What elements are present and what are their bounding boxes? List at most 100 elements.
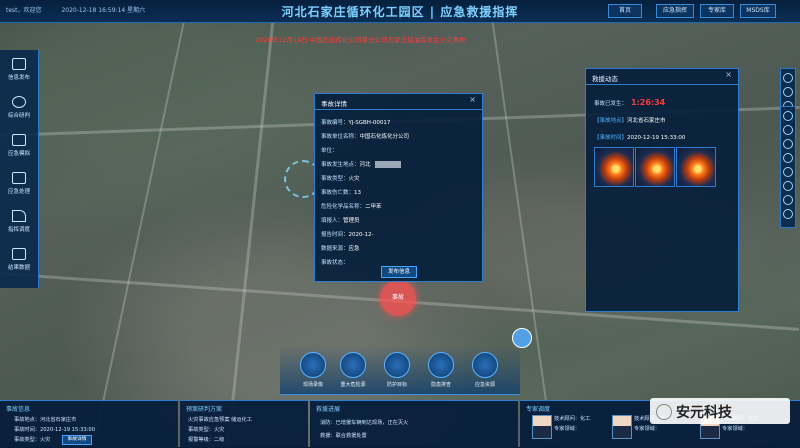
layer-icon[interactable]	[783, 73, 793, 83]
field-source: 数据来源：应急	[321, 244, 360, 252]
field-label: 事故类型：	[321, 176, 349, 182]
tool-label: 重大危险源	[340, 382, 366, 388]
experts-title: 专家调度	[526, 406, 551, 413]
elapsed-timer: 1:26:34	[631, 98, 666, 107]
location-marker[interactable]	[512, 328, 532, 348]
time-value: 2020-12-19 15:33:00	[627, 135, 686, 141]
field-label: 单位：	[321, 148, 338, 154]
area-icon[interactable]	[783, 153, 793, 163]
tool-resources[interactable]: 应急资源	[464, 352, 506, 388]
nav-handling[interactable]: 应急处理	[0, 172, 38, 195]
expert-field: 专家领域：	[722, 426, 748, 432]
divider	[586, 84, 738, 85]
user-welcome: test，欢迎您 2020-12-18 16:59:14 星期六	[6, 5, 145, 14]
tool-video[interactable]: 现场录像	[292, 352, 334, 388]
nav-dispatch[interactable]: 指挥调度	[0, 210, 38, 233]
plan-level: 报警等级：二级	[188, 437, 225, 443]
tool-inspection[interactable]: 隐患排查	[420, 352, 462, 388]
nav-msds-button[interactable]: MSDS库	[740, 4, 776, 18]
shield-icon	[384, 352, 410, 378]
publish-button[interactable]: 发布信息	[381, 266, 417, 278]
expert-1[interactable]: 技术顾问：化工	[554, 415, 590, 422]
expert-role: 技术顾问：	[554, 416, 580, 422]
field-value: 应急	[348, 246, 360, 252]
locate-icon[interactable]	[783, 87, 793, 97]
document-icon	[12, 172, 26, 184]
monitor-icon	[12, 58, 26, 70]
progress-row: 消防：已增援车辆到达现场，正在灭火	[320, 420, 409, 426]
nav-label: 信息发布	[7, 75, 30, 81]
field-label: 事故状态：	[321, 260, 349, 266]
incident-detail-panel: 事故详情 × 事故编号：YJ-SGBH-00017 事故单位名称：中国石化炼化分…	[314, 93, 483, 282]
truck-icon	[472, 352, 498, 378]
zoom-out-icon[interactable]	[783, 125, 793, 135]
field-value: 二甲苯	[365, 204, 382, 210]
inspection-icon	[428, 352, 454, 378]
plan-title: 预案研判方案	[186, 406, 223, 413]
ruler-icon[interactable]	[783, 181, 793, 191]
fire-photo-1[interactable]	[594, 147, 634, 187]
nav-label: 综合研判	[7, 113, 30, 119]
field-value: 管理员	[343, 218, 360, 224]
field-report-time: 报告时间：2020-12-	[321, 230, 373, 238]
tool-protection[interactable]: 防护目标	[376, 352, 418, 388]
watermark-text: 安元科技	[676, 405, 732, 421]
field-label: 事故发生地点：	[321, 162, 360, 168]
field-label: 事故伤亡数：	[321, 190, 355, 196]
field-value: 中国石化炼化分公司	[359, 134, 410, 140]
field-location: 事故发生地点：河北	[321, 160, 401, 168]
nav-results[interactable]: 结果数据	[0, 248, 38, 271]
close-icon[interactable]: ×	[725, 70, 732, 79]
incident-marker[interactable]: 事故	[380, 280, 416, 316]
zoom-in-icon[interactable]	[783, 111, 793, 121]
nav-label: 指挥调度	[7, 227, 30, 233]
field-label: 事故单位名称：	[321, 134, 360, 140]
nav-simulation[interactable]: 应急模拟	[0, 134, 38, 157]
location-value: 河北省石家庄市	[627, 118, 666, 124]
data-icon	[12, 248, 26, 260]
flag-icon	[12, 210, 26, 222]
page-title: 河北石家庄循环化工园区 | 应急救援指挥	[281, 5, 519, 19]
close-icon[interactable]: ×	[469, 95, 476, 104]
clear-icon[interactable]	[783, 195, 793, 205]
divider	[315, 109, 482, 110]
tool-hazard[interactable]: 重大危险源	[332, 352, 374, 388]
event-detail-button[interactable]: 事故详情	[62, 435, 92, 445]
tool-label: 现场录像	[302, 382, 323, 388]
nav-label: 结果数据	[7, 265, 30, 271]
field-label: 数据来源：	[321, 246, 349, 252]
wechat-icon	[656, 404, 672, 420]
field-status: 事故状态：	[321, 258, 349, 266]
field-unit: 单位：	[321, 146, 338, 154]
video-icon	[300, 352, 326, 378]
bottom-plan-panel: 预案研判方案 火灾事故应急预案 储运化工 事故类型：火灾 报警等级：二级	[180, 400, 308, 448]
nav-analysis[interactable]: 综合研判	[0, 96, 38, 119]
nav-experts-button[interactable]: 专家库	[700, 4, 734, 18]
field-label: 填报人：	[321, 218, 344, 224]
fire-photo-2[interactable]	[635, 147, 675, 187]
tool-label: 防护目标	[386, 382, 407, 388]
event-type: 事故类型：火灾	[14, 437, 51, 443]
current-datetime: 2020-12-18 16:59:14 星期六	[61, 7, 146, 14]
fire-photo-3[interactable]	[676, 147, 716, 187]
event-location: 事故地点：河北省石家庄市	[14, 417, 77, 423]
warning-icon	[340, 352, 366, 378]
time-row: 【事故时间】2020-12-19 15:33:00	[594, 133, 685, 141]
measure-icon[interactable]	[783, 139, 793, 149]
rescue-dynamics-panel: 救援动态 × 事故已发生： 1:26:34 【事故地点】河北省石家庄市 【事故时间…	[585, 68, 739, 312]
field-label: 危险化学品名称：	[321, 204, 366, 210]
top-bar: test，欢迎您 2020-12-18 16:59:14 星期六 河北石家庄循环…	[0, 0, 800, 23]
event-time: 事故时间：2020-12-19 15:33:00	[14, 427, 96, 433]
field-label: 事故编号：	[321, 120, 349, 126]
time-label: 【事故时间】	[594, 135, 628, 141]
plan-type: 事故类型：火灾	[188, 427, 225, 433]
field-company: 事故单位名称：中国石化炼化分公司	[321, 132, 409, 140]
field-label: 报告时间：	[321, 232, 349, 238]
nav-home-button[interactable]: 首页	[608, 4, 642, 18]
nav-command-button[interactable]: 应急指挥	[656, 4, 694, 18]
field-value: 2020-12-	[348, 232, 374, 238]
nav-info-publish[interactable]: 信息发布	[0, 58, 38, 81]
expand-icon[interactable]	[783, 209, 793, 219]
simulation-icon	[12, 134, 26, 146]
pin-icon[interactable]	[783, 167, 793, 177]
